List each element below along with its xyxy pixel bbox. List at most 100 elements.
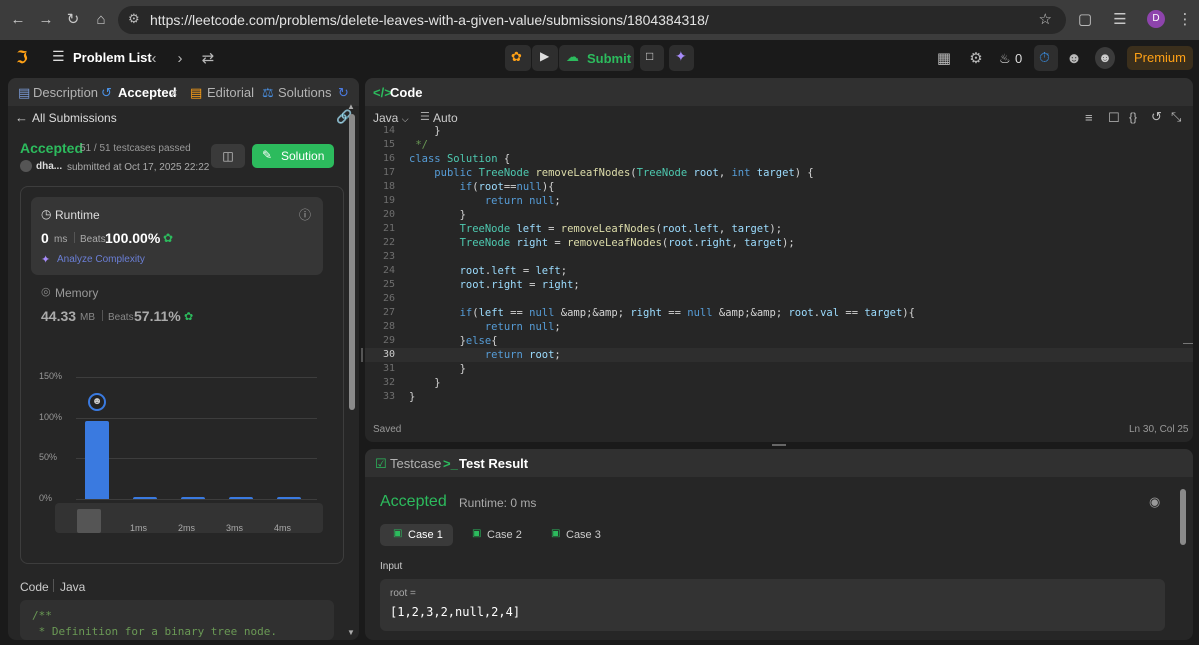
- line-number: 32: [382, 377, 395, 388]
- debug-button[interactable]: ✿: [505, 45, 531, 71]
- solution-button[interactable]: ✎ Solution: [252, 144, 334, 168]
- media-control-icon[interactable]: ☰: [1110, 10, 1130, 30]
- line-number: 14: [382, 125, 395, 136]
- code-text: if(root==null){: [459, 181, 555, 193]
- format-icon[interactable]: ≡: [1085, 110, 1093, 125]
- site-info-icon[interactable]: ⚙: [128, 11, 140, 27]
- back-arrow-icon[interactable]: ←: [15, 110, 28, 125]
- edit-icon: ✎: [262, 148, 273, 162]
- code-line[interactable]: 18 if(root==null){: [365, 180, 1193, 194]
- slider-handle[interactable]: [77, 509, 101, 533]
- code-line[interactable]: 17 public TreeNode removeLeafNodes(TreeN…: [365, 166, 1193, 180]
- chart-bar[interactable]: [277, 496, 301, 499]
- code-line[interactable]: 27 if(left == null &amp;&amp; right == n…: [365, 306, 1193, 320]
- scrollbar[interactable]: [349, 114, 355, 410]
- panel-resizer[interactable]: [361, 348, 363, 362]
- address-bar[interactable]: ⚙ https://leetcode.com/problems/delete-l…: [118, 6, 1066, 34]
- language-select[interactable]: Java ⌵: [373, 111, 409, 125]
- chart-bar[interactable]: [229, 496, 253, 499]
- auto-mode[interactable]: Auto: [433, 111, 458, 125]
- add-friend-icon[interactable]: ☻: [1063, 48, 1085, 70]
- next-problem-icon[interactable]: ›: [169, 48, 191, 70]
- slider-tick-label: 2ms: [178, 523, 196, 533]
- chart-bar[interactable]: [133, 496, 157, 499]
- tab-testcase[interactable]: Testcase: [390, 456, 441, 471]
- code-label: Code: [20, 580, 49, 594]
- code-line[interactable]: 24 root.left = left;: [365, 264, 1193, 278]
- ai-assist-button[interactable]: ✦: [669, 45, 694, 71]
- snippet-line: * Definition for a binary tree node.: [32, 625, 278, 638]
- code-line[interactable]: 28 return null;: [365, 320, 1193, 334]
- code-text: if(left == null &amp;&amp; right == null…: [459, 307, 915, 319]
- code-line[interactable]: 20 }: [365, 208, 1193, 222]
- braces-icon[interactable]: {}: [1129, 110, 1137, 124]
- leetcode-logo-icon[interactable]: ℑ: [16, 48, 34, 68]
- case-tab-3[interactable]: ▣ Case 3: [539, 524, 612, 546]
- scroll-down-icon[interactable]: ▼: [347, 628, 355, 637]
- case-tab-1[interactable]: ▣ Case 1: [380, 524, 453, 546]
- menu-kebab-icon[interactable]: ⋮: [1175, 10, 1195, 30]
- code-line[interactable]: 32 }: [365, 376, 1193, 390]
- back-arrow-icon[interactable]: ←: [8, 10, 28, 30]
- tab-editorial[interactable]: Editorial: [207, 85, 254, 100]
- code-line[interactable]: 16 class Solution {: [365, 152, 1193, 166]
- extensions-icon[interactable]: ▢: [1075, 10, 1095, 30]
- problem-list-link[interactable]: Problem List: [73, 50, 152, 65]
- prev-problem-icon[interactable]: ‹: [143, 48, 165, 70]
- code-line[interactable]: 33}: [365, 390, 1193, 404]
- streak-fire-icon[interactable]: ♨: [999, 51, 1011, 67]
- horizontal-resizer[interactable]: [772, 444, 786, 446]
- notes-button[interactable]: □: [640, 45, 664, 71]
- code-line[interactable]: 29 }else{: [365, 334, 1193, 348]
- slider-tick-label: 4ms: [274, 523, 292, 533]
- tab-accepted[interactable]: Accepted: [118, 85, 177, 100]
- code-text: }else{: [409, 335, 498, 347]
- forward-arrow-icon[interactable]: →: [36, 10, 56, 30]
- book-icon[interactable]: ◫: [211, 144, 245, 168]
- tab-solutions[interactable]: Solutions: [278, 85, 331, 100]
- fullscreen-icon[interactable]: ⤡: [1171, 109, 1181, 125]
- code-line[interactable]: 22 TreeNode right = removeLeafNodes(root…: [365, 236, 1193, 250]
- code-line[interactable]: 23: [365, 250, 1193, 264]
- code-editor[interactable]: 14 } 15 */16 class Solution {17 public Tre…: [365, 125, 1193, 408]
- submit-button[interactable]: ☁ Submit: [559, 45, 634, 71]
- code-text: class Solution {: [409, 153, 511, 165]
- eye-icon[interactable]: ◉: [1149, 494, 1160, 510]
- code-line[interactable]: 21 TreeNode left = removeLeafNodes(root.…: [365, 222, 1193, 236]
- code-line[interactable]: 14 }: [365, 124, 1193, 138]
- user-avatar[interactable]: ☻: [1095, 47, 1115, 69]
- code-line[interactable]: 15 */: [365, 138, 1193, 152]
- code-line[interactable]: 31 }: [365, 362, 1193, 376]
- code-line[interactable]: 30 return root;: [365, 348, 1193, 362]
- history-icon: ↺: [101, 85, 112, 100]
- tab-test-result[interactable]: Test Result: [459, 456, 528, 471]
- premium-button[interactable]: Premium: [1127, 46, 1193, 70]
- layout-icon[interactable]: ▦: [933, 48, 955, 70]
- reload-icon[interactable]: ↻: [63, 10, 83, 30]
- reset-icon[interactable]: ↺: [1151, 109, 1162, 125]
- code-line[interactable]: 26: [365, 292, 1193, 306]
- profile-avatar[interactable]: D: [1147, 10, 1165, 28]
- tab-description[interactable]: Description: [33, 85, 98, 100]
- shuffle-icon[interactable]: ⇄: [197, 48, 219, 70]
- run-button[interactable]: ▶: [532, 45, 558, 71]
- username[interactable]: dha...: [36, 161, 62, 172]
- y-tick-label: 50%: [39, 452, 58, 463]
- url-text: https://leetcode.com/problems/delete-lea…: [150, 12, 709, 28]
- bookmark-star-icon[interactable]: ☆: [1039, 10, 1052, 28]
- case-tab-2[interactable]: ▣ Case 2: [460, 524, 533, 546]
- chart-bar[interactable]: [181, 496, 205, 499]
- settings-gear-icon[interactable]: ⚙: [965, 48, 987, 70]
- code-line[interactable]: 25 root.right = right;: [365, 278, 1193, 292]
- code-line[interactable]: 19 return null;: [365, 194, 1193, 208]
- more-tabs-icon[interactable]: ↻: [338, 85, 349, 101]
- range-slider[interactable]: 1ms 2ms 3ms 4ms: [55, 503, 323, 533]
- list-icon[interactable]: ☰: [52, 48, 65, 65]
- timer-button[interactable]: ⏱: [1034, 45, 1058, 71]
- all-submissions-link[interactable]: All Submissions: [32, 111, 117, 125]
- scrollbar[interactable]: [1180, 489, 1186, 545]
- scroll-up-icon[interactable]: ▲: [347, 102, 355, 111]
- home-icon[interactable]: ⌂: [91, 10, 111, 30]
- chart-bar[interactable]: [85, 420, 109, 499]
- close-tab-icon[interactable]: ×: [170, 85, 178, 100]
